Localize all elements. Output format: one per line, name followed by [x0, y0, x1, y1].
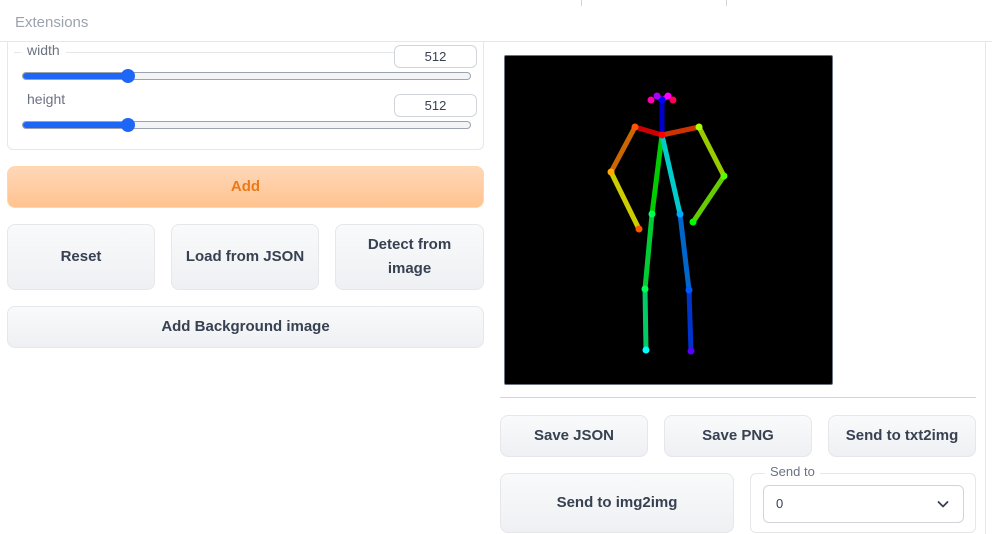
height-number-input[interactable]: 512 — [394, 94, 477, 117]
panel-border — [985, 42, 986, 534]
width-slider-fill — [23, 73, 129, 79]
send-to-img2img-button[interactable]: Send to img2img — [500, 473, 734, 533]
send-to-label: Send to — [765, 464, 820, 479]
width-slider-block: width 512 — [8, 42, 483, 92]
width-number-input[interactable]: 512 — [394, 45, 477, 68]
detect-from-image-button[interactable]: Detect from image — [335, 224, 484, 290]
top-bar: Extensions — [0, 0, 992, 42]
save-json-button[interactable]: Save JSON — [500, 415, 648, 457]
height-slider-thumb[interactable] — [120, 118, 135, 132]
tab-separator — [581, 0, 582, 6]
save-png-button[interactable]: Save PNG — [664, 415, 812, 457]
send-to-txt2img-button[interactable]: Send to txt2img — [828, 415, 976, 457]
height-slider-block: height 512 — [8, 91, 483, 141]
load-from-json-button[interactable]: Load from JSON — [171, 224, 319, 290]
size-sliders: width 512 height 512 — [7, 42, 484, 150]
pose-canvas[interactable] — [504, 55, 833, 385]
send-to-group: Send to 0 — [750, 464, 976, 533]
chevron-down-icon — [937, 501, 949, 508]
width-label: width — [21, 42, 66, 58]
send-to-select[interactable]: 0 — [763, 485, 964, 523]
height-slider-fill — [23, 122, 129, 128]
tab-extensions[interactable]: Extensions — [15, 14, 88, 31]
add-background-image-button[interactable]: Add Background image — [7, 306, 484, 348]
divider — [500, 397, 976, 398]
tab-separator — [726, 0, 727, 6]
height-label: height — [21, 91, 72, 107]
reset-button[interactable]: Reset — [7, 224, 155, 290]
add-button[interactable]: Add — [7, 166, 484, 208]
width-slider-thumb[interactable] — [120, 69, 135, 83]
width-slider-track[interactable] — [22, 72, 471, 80]
pose-skeleton[interactable] — [505, 56, 832, 384]
send-to-selected-value: 0 — [776, 496, 784, 511]
height-slider-track[interactable] — [22, 121, 471, 129]
